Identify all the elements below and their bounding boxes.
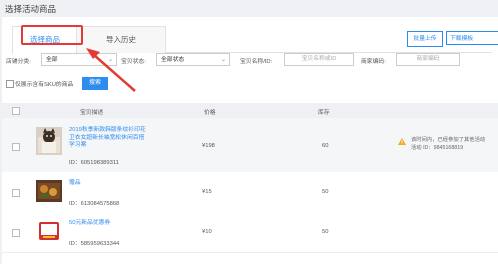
annotation-arrow-icon — [86, 48, 136, 92]
